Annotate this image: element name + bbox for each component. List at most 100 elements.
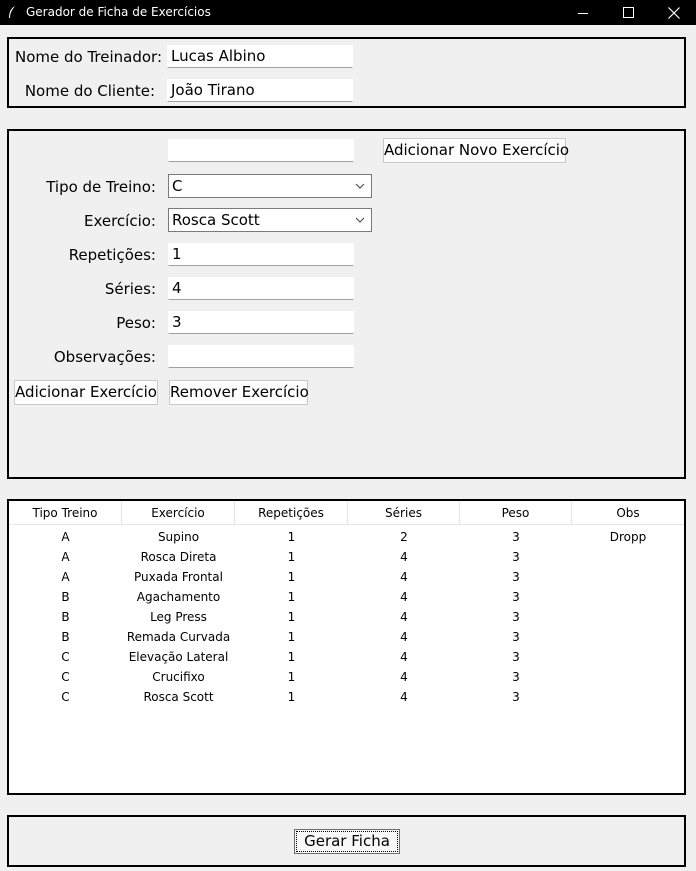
cell-obs	[572, 647, 684, 667]
maximize-icon	[623, 7, 634, 18]
cell-peso: 3	[512, 650, 520, 664]
table-row[interactable]: C Crucifixo 1 4 3	[9, 667, 684, 687]
exercise-form-frame: Adicionar Novo Exercício Tipo de Treino:…	[7, 129, 686, 479]
table-row[interactable]: A Supino 1 2 3 Dropp	[9, 527, 684, 547]
table-row[interactable]: C Rosca Scott 1 4 3	[9, 687, 684, 707]
cell-exercicio: Supino	[157, 530, 200, 544]
trainer-label: Nome do Treinador:	[15, 48, 163, 66]
cell-exercicio: Leg Press	[150, 610, 207, 624]
cell-repeticoes: 1	[287, 650, 296, 664]
cell-tipo: A	[61, 530, 70, 544]
cell-peso: 3	[512, 670, 520, 684]
column-header-repeticoes[interactable]: Repetições	[235, 501, 348, 525]
weight-input[interactable]: 3	[168, 311, 354, 334]
cell-obs: Dropp	[609, 530, 647, 544]
cell-series: 4	[400, 630, 408, 644]
client-label: Nome do Cliente:	[24, 82, 155, 100]
cell-exercicio: Rosca Direta	[140, 550, 217, 564]
generate-frame: Gerar Ficha	[7, 815, 686, 867]
cell-peso: 3	[512, 570, 520, 584]
table-row[interactable]: B Remada Curvada 1 4 3	[9, 627, 684, 647]
cell-exercicio: Remada Curvada	[126, 630, 231, 644]
generate-sheet-button[interactable]: Gerar Ficha	[294, 829, 400, 854]
close-button[interactable]	[651, 0, 696, 25]
remove-exercise-button[interactable]: Remover Exercício	[169, 380, 309, 405]
table-row[interactable]: A Puxada Frontal 1 4 3	[9, 567, 684, 587]
column-header-obs[interactable]: Obs	[572, 501, 684, 525]
cell-peso: 3	[512, 630, 520, 644]
cell-repeticoes: 1	[287, 610, 296, 624]
maximize-button[interactable]	[606, 0, 651, 25]
feather-icon	[9, 6, 15, 18]
exercise-table-frame: Tipo Treino Exercício Repetições Séries Peso…	[7, 499, 686, 795]
observations-input[interactable]	[168, 345, 354, 368]
cell-tipo: B	[61, 610, 70, 624]
cell-repeticoes: 1	[287, 530, 296, 544]
cell-tipo: C	[61, 670, 70, 684]
cell-obs	[572, 567, 684, 587]
column-header-tipo[interactable]: Tipo Treino	[9, 501, 122, 525]
add-new-exercise-button[interactable]: Adicionar Novo Exercício	[383, 138, 569, 163]
cell-series: 4	[400, 550, 408, 564]
cell-tipo: B	[61, 630, 70, 644]
title-bar: Gerador de Ficha de Exercícios	[0, 0, 696, 25]
cell-tipo: C	[61, 690, 70, 704]
cell-repeticoes: 1	[287, 570, 296, 584]
table-row[interactable]: C Elevação Lateral 1 4 3	[9, 647, 684, 667]
exercise-value: Rosca Scott	[172, 211, 260, 229]
cell-series: 4	[400, 570, 408, 584]
minimize-icon	[577, 12, 588, 14]
chevron-down-icon	[355, 217, 365, 223]
cell-repeticoes: 1	[287, 670, 296, 684]
cell-series: 4	[400, 610, 408, 624]
cell-series: 2	[400, 530, 408, 544]
training-type-select[interactable]: C	[168, 174, 372, 198]
cell-tipo: C	[61, 650, 70, 664]
training-type-value: C	[172, 177, 183, 195]
training-type-label: Tipo de Treino:	[46, 178, 156, 196]
cell-series: 4	[400, 650, 408, 664]
repetitions-input[interactable]: 1	[168, 243, 354, 266]
cell-peso: 3	[512, 610, 520, 624]
names-frame: Nome do Treinador: Lucas Albino Nome do …	[7, 37, 686, 108]
table-row[interactable]: B Agachamento 1 4 3	[9, 587, 684, 607]
client-name-input[interactable]: João Tirano	[167, 79, 353, 102]
cell-series: 4	[400, 590, 408, 604]
cell-series: 4	[400, 670, 408, 684]
cell-peso: 3	[512, 690, 520, 704]
cell-exercicio: Agachamento	[136, 590, 221, 604]
observations-label: Observações:	[53, 348, 156, 366]
column-header-peso[interactable]: Peso	[460, 501, 572, 525]
cell-exercicio: Elevação Lateral	[128, 650, 229, 664]
add-exercise-button[interactable]: Adicionar Exercício	[14, 380, 158, 405]
table-row[interactable]: B Leg Press 1 4 3	[9, 607, 684, 627]
cell-repeticoes: 1	[287, 630, 296, 644]
cell-repeticoes: 1	[287, 550, 296, 564]
cell-repeticoes: 1	[287, 690, 296, 704]
table-header: Tipo Treino Exercício Repetições Séries Peso…	[9, 501, 684, 525]
column-header-exercicio[interactable]: Exercício	[122, 501, 235, 525]
window-title: Gerador de Ficha de Exercícios	[26, 5, 211, 19]
new-exercise-input[interactable]	[168, 139, 354, 162]
chevron-down-icon	[355, 183, 365, 189]
cell-repeticoes: 1	[287, 590, 296, 604]
minimize-button[interactable]	[560, 0, 605, 25]
cell-exercicio: Crucifixo	[152, 670, 205, 684]
exercise-select[interactable]: Rosca Scott	[168, 208, 372, 232]
cell-tipo: A	[61, 550, 70, 564]
cell-peso: 3	[512, 590, 520, 604]
cell-obs	[572, 607, 684, 627]
trainer-name-input[interactable]: Lucas Albino	[167, 45, 353, 68]
table-row[interactable]: A Rosca Direta 1 4 3	[9, 547, 684, 567]
cell-exercicio: Puxada Frontal	[134, 570, 223, 584]
column-header-series[interactable]: Séries	[348, 501, 460, 525]
cell-obs	[572, 667, 684, 687]
series-label: Séries:	[104, 280, 156, 298]
series-input[interactable]: 4	[168, 277, 354, 300]
cell-tipo: B	[61, 590, 70, 604]
cell-obs	[572, 547, 684, 567]
cell-tipo: A	[61, 570, 70, 584]
cell-series: 4	[400, 690, 408, 704]
weight-label: Peso:	[116, 314, 156, 332]
table-body: A Supino 1 2 3 Dropp A Rosca Direta 1 4 3 A Puxada F…	[9, 527, 684, 707]
